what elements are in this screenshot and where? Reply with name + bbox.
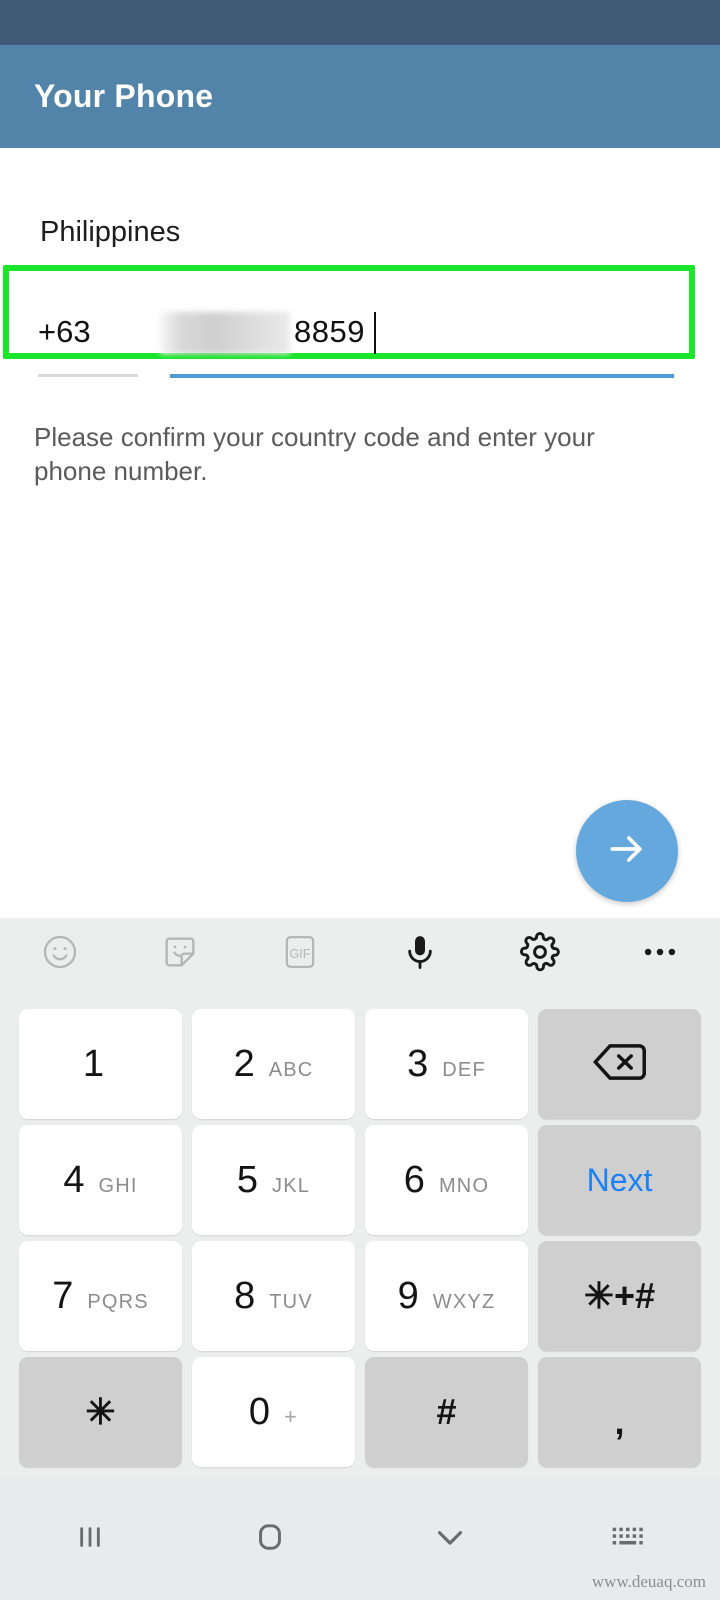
key-5[interactable]: 5 JKL — [192, 1125, 355, 1235]
key-letters-label: + — [284, 1403, 299, 1429]
phone-entry-row: +63 8859 — [0, 308, 720, 383]
key-4[interactable]: 4 GHI — [19, 1125, 182, 1235]
keyboard-switch-icon — [610, 1522, 650, 1557]
keypad-row: 4 GHI 5 JKL 6 MNO Next — [0, 1122, 720, 1238]
key-1[interactable]: 1 — [19, 1009, 182, 1119]
text-caret — [374, 312, 376, 354]
key-asterisk-label: ✳ — [85, 1391, 116, 1432]
key-digit-label: 2 — [233, 1042, 255, 1085]
key-next[interactable]: Next — [538, 1125, 701, 1235]
key-letters-label: ABC — [268, 1058, 314, 1081]
phone-number-underline — [170, 374, 674, 378]
key-6[interactable]: 6 MNO — [365, 1125, 528, 1235]
country-name-label[interactable]: Philippines — [40, 216, 180, 249]
country-code-input[interactable]: +63 — [38, 308, 91, 356]
key-comma[interactable]: , — [538, 1357, 701, 1467]
key-letters-label: WXYZ — [432, 1290, 496, 1313]
sticker-icon — [160, 932, 200, 977]
key-letters-label: MNO — [438, 1174, 490, 1197]
key-letters-label: PQRS — [87, 1290, 149, 1313]
key-digit-label: 6 — [403, 1158, 425, 1201]
gif-icon: GIF — [279, 931, 321, 978]
gear-icon — [519, 931, 561, 978]
keyboard: GIF 1 2 ABC 3 DEF 4 GHI 5 JKL 6 MNO Next… — [0, 918, 720, 1478]
keyboard-settings-button[interactable] — [480, 918, 600, 990]
nav-hide-keyboard-button[interactable] — [360, 1478, 540, 1600]
keypad-row: ✳ 0 + # , — [0, 1354, 720, 1470]
key-digit-label: 4 — [63, 1158, 85, 1201]
key-letters-label: JKL — [272, 1174, 311, 1197]
recents-icon — [70, 1517, 110, 1562]
redacted-digits-blur — [160, 312, 290, 354]
key-9[interactable]: 9 WXYZ — [365, 1241, 528, 1351]
microphone-icon — [400, 932, 440, 977]
key-digit-label: 8 — [234, 1274, 256, 1317]
arrow-right-icon — [605, 827, 649, 876]
country-code-underline — [38, 374, 138, 377]
watermark: www.deuaq.com — [591, 1572, 706, 1591]
emoji-button[interactable] — [0, 918, 120, 990]
key-digit-label: 5 — [236, 1158, 259, 1201]
microphone-button[interactable] — [360, 918, 480, 990]
phone-screen: Your Phone Philippines +63 8859 Please c… — [0, 0, 720, 1600]
key-next-label: Next — [586, 1161, 653, 1198]
key-comma-label: , — [614, 1401, 625, 1442]
svg-text:GIF: GIF — [290, 946, 311, 960]
emoji-icon — [40, 932, 80, 977]
keypad: 1 2 ABC 3 DEF 4 GHI 5 JKL 6 MNO Next 7 P… — [0, 1006, 720, 1478]
keyboard-toolbar: GIF — [0, 918, 720, 990]
key-letters-label: GHI — [98, 1174, 138, 1197]
key-letters-label: DEF — [442, 1058, 486, 1081]
key-digit-label: 0 — [248, 1390, 271, 1433]
phone-number-value: 8859 — [294, 314, 365, 349]
key-symbols-label: ✳+# — [583, 1275, 656, 1316]
hint-text: Please confirm your country code and ent… — [34, 422, 595, 486]
app-bar: Your Phone — [0, 45, 720, 148]
key-digit-label: 3 — [407, 1042, 429, 1085]
key-3[interactable]: 3 DEF — [365, 1009, 528, 1119]
key-asterisk[interactable]: ✳ — [19, 1357, 182, 1467]
keypad-row: 7 PQRS 8 TUV 9 WXYZ ✳+# — [0, 1238, 720, 1354]
backspace-icon — [591, 1040, 649, 1089]
key-2[interactable]: 2 ABC — [192, 1009, 355, 1119]
home-icon — [249, 1516, 291, 1563]
keypad-row: 1 2 ABC 3 DEF — [0, 1006, 720, 1122]
status-bar — [0, 0, 720, 45]
next-fab-button[interactable] — [576, 800, 678, 902]
sticker-button[interactable] — [120, 918, 240, 990]
gif-button[interactable]: GIF — [240, 918, 360, 990]
key-digit-label: 7 — [52, 1274, 74, 1317]
key-7[interactable]: 7 PQRS — [19, 1241, 182, 1351]
key-hash-label: # — [436, 1391, 457, 1432]
key-backspace[interactable] — [538, 1009, 701, 1119]
phone-number-input[interactable]: 8859 — [160, 308, 674, 356]
nav-home-button[interactable] — [180, 1478, 360, 1600]
overflow-menu-icon — [639, 931, 681, 978]
hide-keyboard-chevron-icon — [429, 1516, 471, 1563]
main-content: Philippines +63 8859 Please confirm your… — [0, 148, 720, 918]
key-symbols[interactable]: ✳+# — [538, 1241, 701, 1351]
keyboard-overflow-button[interactable] — [600, 918, 720, 990]
key-letters-label: TUV — [269, 1290, 313, 1313]
key-hash[interactable]: # — [365, 1357, 528, 1467]
nav-recents-button[interactable] — [0, 1478, 180, 1600]
key-digit-label: 9 — [397, 1274, 419, 1317]
key-0[interactable]: 0 + — [192, 1357, 355, 1467]
key-8[interactable]: 8 TUV — [192, 1241, 355, 1351]
key-digit-label: 1 — [82, 1042, 105, 1085]
page-title: Your Phone — [34, 78, 214, 114]
